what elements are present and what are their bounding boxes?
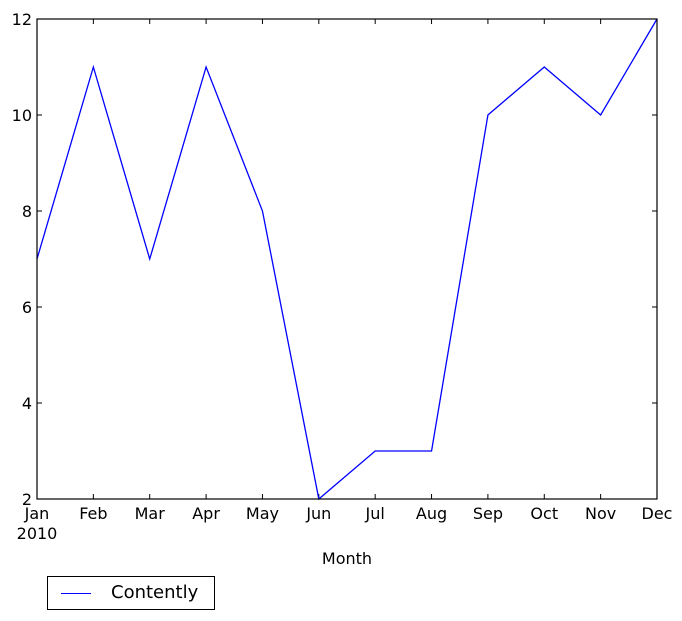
x-tick-label: Oct <box>530 504 558 523</box>
x-tick-label: Apr <box>192 504 220 523</box>
x-tick-label: Dec <box>642 504 673 523</box>
x-axis-label: Month <box>322 549 372 568</box>
x-tick-label: Sep <box>473 504 503 523</box>
x-tick-label: Jul <box>365 504 385 523</box>
y-tick-label: 10 <box>12 106 32 125</box>
series-line-contently <box>36 18 658 501</box>
x-tick-sublabel: 2010 <box>17 524 58 543</box>
x-tick-label: Nov <box>585 504 616 523</box>
y-tick-label: 4 <box>22 394 32 413</box>
x-tick-label: Mar <box>135 504 166 523</box>
x-tick-label: Aug <box>416 504 447 523</box>
plot-frame <box>36 18 658 500</box>
y-tick-label: 12 <box>12 10 32 29</box>
x-tick-label: May <box>246 504 279 523</box>
y-tick-label: 8 <box>22 202 32 221</box>
y-tick-label: 2 <box>22 490 32 509</box>
x-tick-label: Jun <box>305 504 331 523</box>
line-chart: Jan Feb Mar Apr May Jun Jul Aug Sep Oct Nov Dec2010… <box>12 10 673 568</box>
legend: Contently <box>47 576 215 610</box>
x-tick-label: Feb <box>79 504 107 523</box>
legend-label: Contently <box>111 582 199 603</box>
legend-line-swatch <box>61 593 91 594</box>
y-tick-label: 6 <box>22 298 32 317</box>
